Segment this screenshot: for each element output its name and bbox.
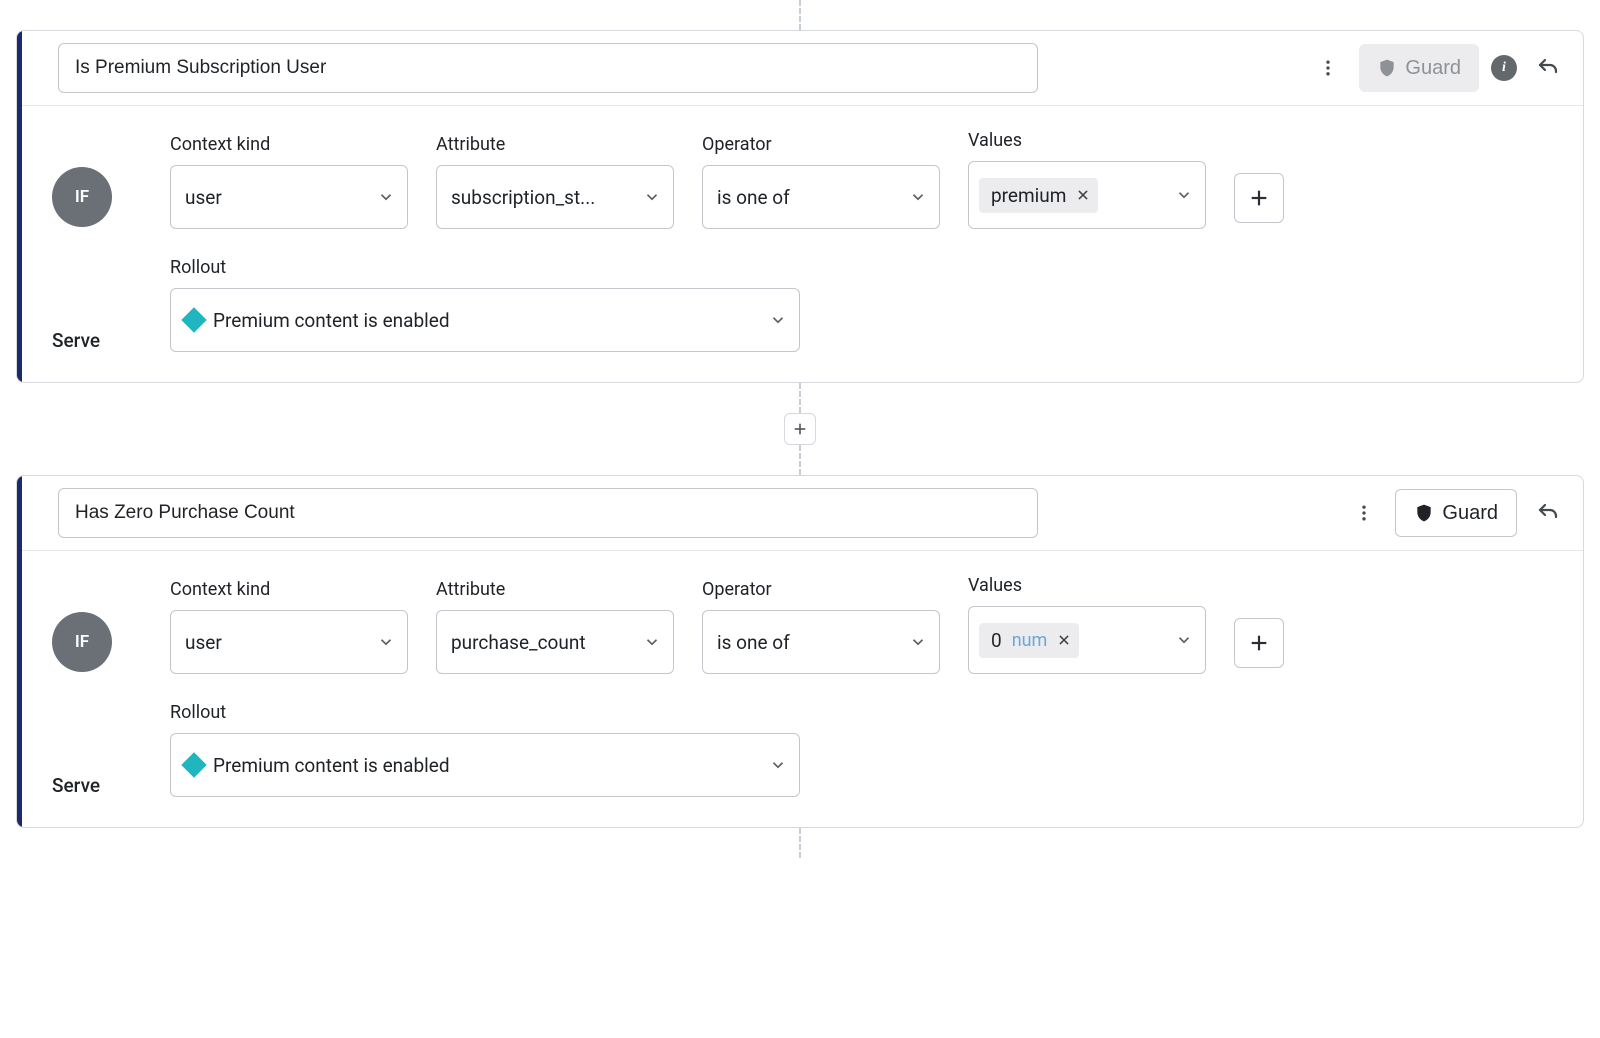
variation-swatch-diamond — [181, 752, 206, 777]
chevron-down-icon — [643, 188, 661, 206]
guard-button[interactable]: Guard — [1395, 489, 1517, 537]
add-rule-between-button[interactable] — [784, 413, 816, 445]
more-vertical-icon — [1318, 58, 1338, 78]
value-chip-text: 0 — [991, 629, 1002, 652]
values-label: Values — [968, 130, 1206, 151]
attribute-select[interactable]: purchase_count — [436, 610, 674, 674]
guard-button-label: Guard — [1442, 502, 1498, 525]
value-chip-type: num — [1012, 630, 1048, 651]
guard-button[interactable]: Guard — [1359, 44, 1479, 92]
remove-value-button[interactable] — [1076, 188, 1090, 202]
value-chip: premium — [979, 178, 1098, 213]
rule-connector — [799, 828, 801, 858]
guard-button-label: Guard — [1405, 57, 1461, 80]
attribute-select[interactable]: subscription_st... — [436, 165, 674, 229]
rule-overflow-menu[interactable] — [1345, 494, 1383, 532]
values-multiselect[interactable]: 0 num — [968, 606, 1206, 674]
chevron-down-icon — [377, 633, 395, 651]
chevron-down-icon — [1175, 186, 1193, 204]
context-kind-label: Context kind — [170, 579, 408, 600]
add-clause-button[interactable] — [1234, 173, 1284, 223]
info-badge[interactable]: i — [1491, 55, 1517, 81]
rule-connector — [16, 383, 1584, 475]
operator-select[interactable]: is one of — [702, 165, 940, 229]
value-chip: 0 num — [979, 623, 1079, 658]
plus-icon — [1248, 187, 1270, 209]
if-badge: IF — [52, 167, 112, 227]
chevron-down-icon — [377, 188, 395, 206]
rule-header: Guard — [22, 476, 1583, 551]
rule-header: Guard i — [22, 31, 1583, 106]
rule-card: Guard IF Context kind user — [16, 475, 1584, 828]
chevron-down-icon — [909, 188, 927, 206]
close-icon — [1057, 633, 1071, 647]
shield-icon — [1377, 57, 1397, 79]
variation-swatch-diamond — [181, 307, 206, 332]
plus-icon — [1248, 632, 1270, 654]
chevron-down-icon — [769, 756, 787, 774]
context-kind-select[interactable]: user — [170, 610, 408, 674]
chevron-down-icon — [643, 633, 661, 651]
plus-icon — [792, 421, 808, 437]
chevron-down-icon — [769, 311, 787, 329]
rollout-label: Rollout — [170, 702, 800, 723]
chevron-down-icon — [1175, 631, 1193, 649]
operator-label: Operator — [702, 134, 940, 155]
rule-name-input[interactable] — [58, 488, 1038, 538]
if-badge: IF — [52, 612, 112, 672]
close-icon — [1076, 188, 1090, 202]
operator-label: Operator — [702, 579, 940, 600]
context-kind-label: Context kind — [170, 134, 408, 155]
rule-name-input[interactable] — [58, 43, 1038, 93]
rule-connector — [799, 0, 801, 30]
rollout-label: Rollout — [170, 257, 800, 278]
context-kind-select[interactable]: user — [170, 165, 408, 229]
rule-card: Guard i IF Context kind user — [16, 30, 1584, 383]
more-vertical-icon — [1354, 503, 1374, 523]
undo-icon — [1536, 56, 1560, 80]
attribute-label: Attribute — [436, 579, 674, 600]
serve-variation-select[interactable]: Premium content is enabled — [170, 288, 800, 352]
values-multiselect[interactable]: premium — [968, 161, 1206, 229]
undo-button[interactable] — [1529, 494, 1567, 532]
values-label: Values — [968, 575, 1206, 596]
undo-button[interactable] — [1529, 49, 1567, 87]
serve-label: Serve — [52, 329, 100, 352]
attribute-label: Attribute — [436, 134, 674, 155]
serve-label: Serve — [52, 774, 100, 797]
operator-select[interactable]: is one of — [702, 610, 940, 674]
value-chip-text: premium — [991, 184, 1066, 207]
add-clause-button[interactable] — [1234, 618, 1284, 668]
undo-icon — [1536, 501, 1560, 525]
remove-value-button[interactable] — [1057, 633, 1071, 647]
shield-icon — [1414, 502, 1434, 524]
serve-variation-select[interactable]: Premium content is enabled — [170, 733, 800, 797]
rule-overflow-menu[interactable] — [1309, 49, 1347, 87]
chevron-down-icon — [909, 633, 927, 651]
